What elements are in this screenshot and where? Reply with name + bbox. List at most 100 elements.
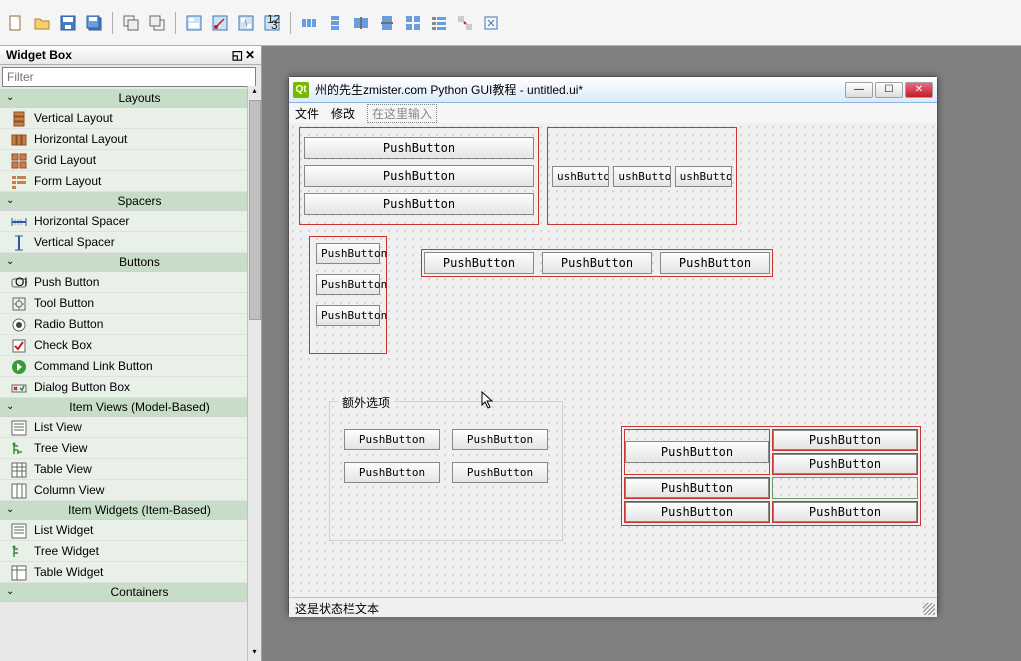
widget-item[interactable]: Command Link Button xyxy=(0,356,261,377)
dock-close-icon[interactable]: ✕ xyxy=(245,48,255,62)
window-titlebar[interactable]: Qt 州的先生zmister.com Python GUI教程 - untitl… xyxy=(289,77,937,103)
push-button[interactable]: PushButton xyxy=(316,243,380,264)
save-icon[interactable] xyxy=(56,11,80,35)
push-button[interactable]: PushButton xyxy=(452,462,548,483)
edit-buddies-icon[interactable] xyxy=(234,11,258,35)
edit-taborder-icon[interactable]: 123 xyxy=(260,11,284,35)
widget-item[interactable]: Check Box xyxy=(0,335,261,356)
push-button[interactable]: PushButton xyxy=(316,274,380,295)
widget-item[interactable]: Table View xyxy=(0,459,261,480)
push-button[interactable]: PushButton xyxy=(625,441,769,463)
scroll-down-icon[interactable]: ▾ xyxy=(248,647,261,661)
close-button[interactable]: ✕ xyxy=(905,82,933,98)
push-button[interactable]: PushButton xyxy=(625,478,769,498)
push-button[interactable]: PushButton xyxy=(773,454,917,474)
minimize-button[interactable]: — xyxy=(845,82,873,98)
widget-item[interactable]: Horizontal Layout xyxy=(0,129,261,150)
filter-input[interactable] xyxy=(2,67,256,87)
push-button[interactable]: PushButton xyxy=(773,430,917,450)
scroll-up-icon[interactable]: ▴ xyxy=(248,86,261,100)
push-button[interactable]: PushButton xyxy=(542,252,652,274)
layout-hsplit-icon[interactable] xyxy=(349,11,373,35)
menu-edit[interactable]: 修改 xyxy=(331,105,355,122)
layout-form-icon[interactable] xyxy=(427,11,451,35)
widget-item[interactable]: Vertical Layout xyxy=(0,108,261,129)
push-button[interactable]: ushButton xyxy=(552,166,609,187)
widget-item[interactable]: Grid Layout xyxy=(0,150,261,171)
grid-cell[interactable]: PushButton xyxy=(772,453,918,475)
widget-item[interactable]: List Widget xyxy=(0,520,261,541)
vertical-layout-1[interactable]: PushButton PushButton PushButton xyxy=(299,127,539,225)
widget-item[interactable]: Vertical Spacer xyxy=(0,232,261,253)
layout-v-icon[interactable] xyxy=(323,11,347,35)
push-button[interactable]: PushButton xyxy=(304,137,534,159)
push-button[interactable]: ushButton xyxy=(675,166,732,187)
widget-icon xyxy=(10,173,28,191)
widget-icon xyxy=(10,482,28,500)
widget-category[interactable]: ⌄Buttons xyxy=(0,253,261,272)
menu-type-here[interactable]: 在这里输入 xyxy=(367,104,437,123)
push-button[interactable]: PushButton xyxy=(452,429,548,450)
grid-cell-empty[interactable] xyxy=(772,477,918,499)
break-layout-icon[interactable] xyxy=(453,11,477,35)
edit-signals-icon[interactable] xyxy=(208,11,232,35)
widget-item[interactable]: Tool Button xyxy=(0,293,261,314)
grid-cell[interactable]: PushButton xyxy=(624,501,770,523)
widget-item[interactable]: List View xyxy=(0,417,261,438)
horizontal-layout-1[interactable]: ushButton ushButton ushButton xyxy=(547,127,737,225)
groupbox-extra-options[interactable]: 额外选项 PushButton PushButton PushButton Pu… xyxy=(329,401,563,541)
widget-icon xyxy=(10,379,28,397)
grid-cell[interactable]: PushButton xyxy=(624,429,770,475)
grid-cell[interactable]: PushButton xyxy=(624,477,770,499)
send-back-icon[interactable] xyxy=(119,11,143,35)
widget-item[interactable]: Column View xyxy=(0,480,261,501)
widget-item[interactable]: Radio Button xyxy=(0,314,261,335)
designer-window[interactable]: Qt 州的先生zmister.com Python GUI教程 - untitl… xyxy=(288,76,938,616)
new-file-icon[interactable] xyxy=(4,11,28,35)
widget-category[interactable]: ⌄Spacers xyxy=(0,192,261,211)
vertical-layout-2[interactable]: PushButton PushButton PushButton xyxy=(309,236,387,354)
push-button[interactable]: PushButton xyxy=(304,193,534,215)
widget-box-scrollbar[interactable]: ▴ ▾ xyxy=(247,86,261,661)
grid-cell[interactable]: PushButton xyxy=(772,429,918,451)
layout-vsplit-icon[interactable] xyxy=(375,11,399,35)
push-button[interactable]: PushButton xyxy=(625,502,769,522)
grid-cell[interactable]: PushButton xyxy=(772,501,918,523)
adjust-size-icon[interactable] xyxy=(479,11,503,35)
horizontal-layout-2[interactable]: PushButton PushButton PushButton xyxy=(421,249,773,277)
widget-item[interactable]: Form Layout xyxy=(0,171,261,192)
push-button[interactable]: PushButton xyxy=(344,429,440,450)
widget-item[interactable]: Table Widget xyxy=(0,562,261,583)
menu-file[interactable]: 文件 xyxy=(295,105,319,122)
widget-category[interactable]: ⌄Item Widgets (Item-Based) xyxy=(0,501,261,520)
layout-h-icon[interactable] xyxy=(297,11,321,35)
widget-category[interactable]: ⌄Item Views (Model-Based) xyxy=(0,398,261,417)
form-area[interactable]: PushButton PushButton PushButton ushButt… xyxy=(289,123,937,597)
bring-front-icon[interactable] xyxy=(145,11,169,35)
open-file-icon[interactable] xyxy=(30,11,54,35)
widget-item[interactable]: Tree Widget xyxy=(0,541,261,562)
save-all-icon[interactable] xyxy=(82,11,106,35)
grid-layout-1[interactable]: PushButton PushButton PushButton PushBut… xyxy=(621,426,921,526)
resize-grip-icon[interactable] xyxy=(923,603,935,615)
push-button[interactable]: PushButton xyxy=(316,305,380,326)
push-button[interactable]: PushButton xyxy=(304,165,534,187)
edit-widgets-icon[interactable] xyxy=(182,11,206,35)
push-button[interactable]: PushButton xyxy=(773,502,917,522)
dock-float-icon[interactable]: ◱ xyxy=(232,48,243,62)
widget-item[interactable]: Horizontal Spacer xyxy=(0,211,261,232)
widget-item[interactable]: OKPush Button xyxy=(0,272,261,293)
widget-item[interactable]: Tree View xyxy=(0,438,261,459)
widget-category[interactable]: ⌄Layouts xyxy=(0,89,261,108)
push-button[interactable]: PushButton xyxy=(344,462,440,483)
widget-item[interactable]: Dialog Button Box xyxy=(0,377,261,398)
push-button[interactable]: PushButton xyxy=(660,252,770,274)
maximize-button[interactable]: ☐ xyxy=(875,82,903,98)
push-button[interactable]: PushButton xyxy=(424,252,534,274)
scrollbar-thumb[interactable] xyxy=(249,100,261,320)
widget-category[interactable]: ⌄Containers xyxy=(0,583,261,602)
push-button[interactable]: ushButton xyxy=(613,166,670,187)
design-canvas: Qt 州的先生zmister.com Python GUI教程 - untitl… xyxy=(262,46,1021,661)
layout-grid-icon[interactable] xyxy=(401,11,425,35)
window-menubar[interactable]: 文件 修改 在这里输入 xyxy=(289,103,937,123)
